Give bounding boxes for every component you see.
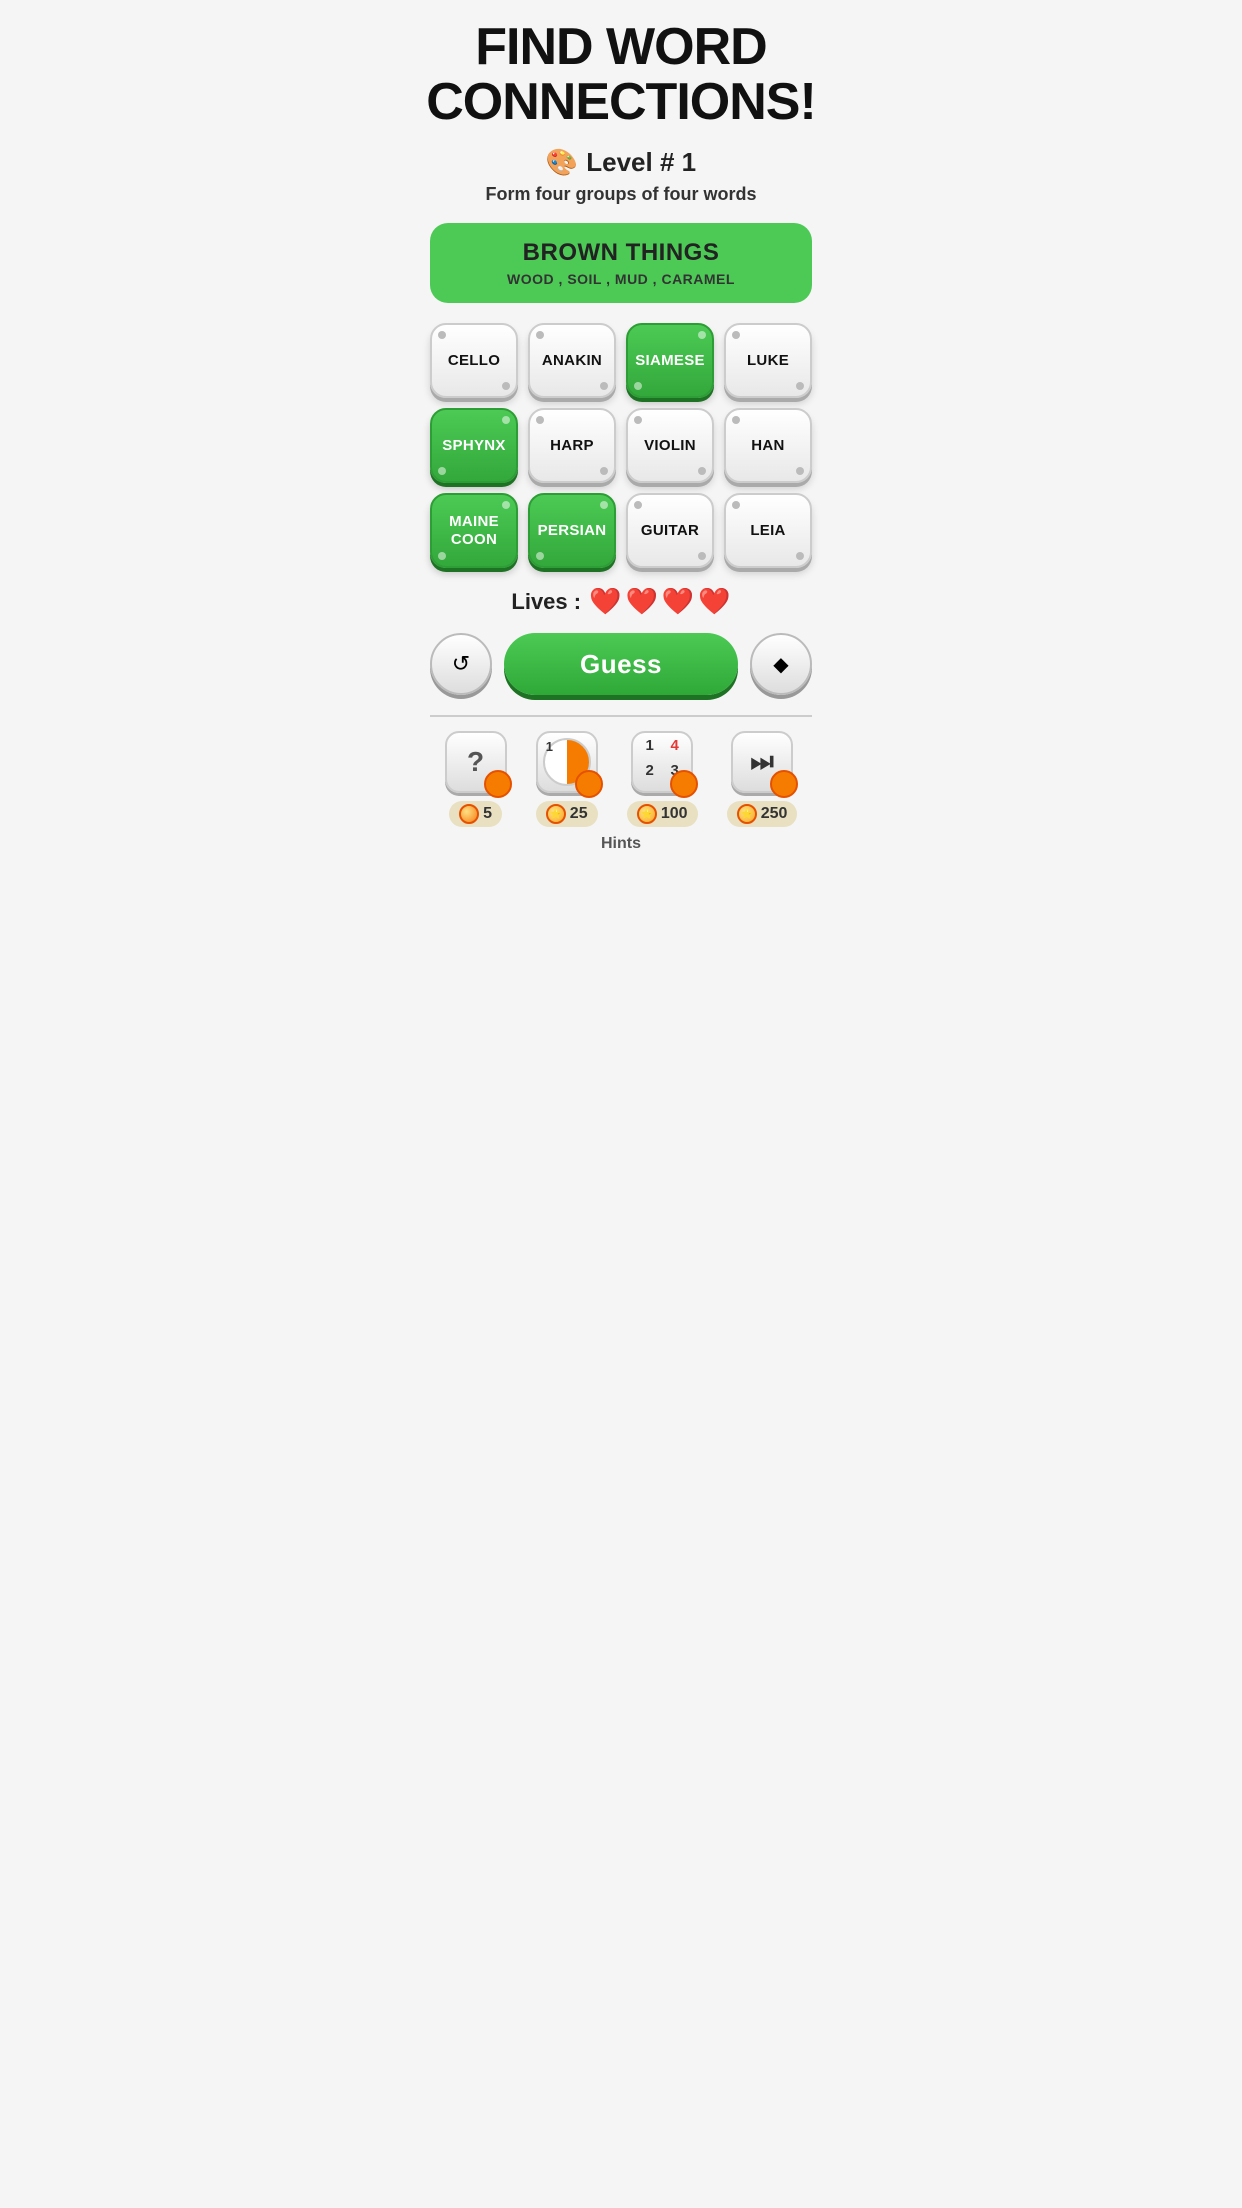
level-row: 🎨 Level # 1 <box>546 147 696 178</box>
page-title: FIND WORDCONNECTIONS! <box>426 20 816 129</box>
hint-pie-wrapper: 1 2 <box>536 731 598 793</box>
hints-label: Hints <box>430 835 812 853</box>
hint-pie-price: 25 <box>570 805 588 823</box>
coin-icon-3: ⭐ <box>637 804 657 824</box>
hint-question-wrapper: ? <box>445 731 507 793</box>
hint-pie-item[interactable]: 1 2 ⭐ 25 <box>536 731 598 827</box>
subtitle: Form four groups of four words <box>486 184 757 205</box>
hints-section: ? 5 1 2 <box>430 715 812 853</box>
word-tile-leia[interactable]: LEIA <box>724 493 812 568</box>
coin-icon-2: ⭐ <box>546 804 566 824</box>
solved-group-card: BROWN THINGS WOOD , SOIL , MUD , CARAMEL <box>430 223 812 303</box>
coin-icon-4: ⭐ <box>737 804 757 824</box>
word-grid: CELLO ANAKIN SIAMESE LUKE SPHYNX HARP VI… <box>430 323 812 568</box>
hint-numbers-cost: ⭐ 100 <box>627 801 698 827</box>
word-tile-cello[interactable]: CELLO <box>430 323 518 398</box>
word-tile-mainecoon[interactable]: MAINECOON <box>430 493 518 568</box>
lives-label: Lives : <box>511 589 581 615</box>
hint-numbers-item[interactable]: 1 4 2 3 ⭐ 100 <box>627 731 698 827</box>
hint-question-cost: 5 <box>449 801 502 827</box>
word-tile-violin[interactable]: VIOLIN <box>626 408 714 483</box>
shuffle-button[interactable]: ↺ <box>430 633 492 695</box>
page: FIND WORDCONNECTIONS! 🎨 Level # 1 Form f… <box>414 0 828 863</box>
hint-pie-cost: ⭐ 25 <box>536 801 598 827</box>
hint-numbers-wrapper: 1 4 2 3 <box>631 731 693 793</box>
level-icon: 🎨 <box>546 147 578 178</box>
word-tile-luke[interactable]: LUKE <box>724 323 812 398</box>
hint-play-badge <box>770 770 798 798</box>
hint-play-icon: ⏭ <box>750 746 773 778</box>
word-tile-anakin[interactable]: ANAKIN <box>528 323 616 398</box>
heart-2: ❤️ <box>625 586 657 617</box>
solved-group-words: WOOD , SOIL , MUD , CARAMEL <box>450 271 792 287</box>
hint-play-wrapper: ⏭ <box>731 731 793 793</box>
hint-question-badge <box>484 770 512 798</box>
hint-question-icon: ? <box>467 746 484 778</box>
level-label: Level # 1 <box>586 147 696 178</box>
word-tile-guitar[interactable]: GUITAR <box>626 493 714 568</box>
coin-icon-1 <box>459 804 479 824</box>
n4: 4 <box>662 737 687 762</box>
hint-play-item[interactable]: ⏭ ⭐ 250 <box>727 731 798 827</box>
guess-button[interactable]: Guess <box>504 633 738 695</box>
heart-4: ❤️ <box>698 586 730 617</box>
hint-numbers-badge <box>670 770 698 798</box>
hint-play-cost: ⭐ 250 <box>727 801 798 827</box>
word-tile-siamese[interactable]: SIAMESE <box>626 323 714 398</box>
word-tile-persian[interactable]: PERSIAN <box>528 493 616 568</box>
hint-question-item[interactable]: ? 5 <box>445 731 507 827</box>
hearts-container: ❤️ ❤️ ❤️ ❤️ <box>589 586 731 617</box>
hint-numbers-price: 100 <box>661 805 688 823</box>
hint-pie-badge <box>575 770 603 798</box>
lives-row: Lives : ❤️ ❤️ ❤️ ❤️ <box>511 586 730 617</box>
actions-row: ↺ Guess ◆ <box>430 633 812 695</box>
word-tile-han[interactable]: HAN <box>724 408 812 483</box>
hints-items: ? 5 1 2 <box>430 731 812 827</box>
n2: 2 <box>637 762 662 787</box>
hint-question-price: 5 <box>483 805 492 823</box>
heart-3: ❤️ <box>662 586 694 617</box>
erase-button[interactable]: ◆ <box>750 633 812 695</box>
solved-group-title: BROWN THINGS <box>450 239 792 267</box>
word-tile-harp[interactable]: HARP <box>528 408 616 483</box>
word-tile-sphynx[interactable]: SPHYNX <box>430 408 518 483</box>
erase-icon: ◆ <box>773 652 788 677</box>
hint-play-price: 250 <box>761 805 788 823</box>
shuffle-icon: ↺ <box>452 651 470 677</box>
heart-1: ❤️ <box>589 586 621 617</box>
n1: 1 <box>637 737 662 762</box>
